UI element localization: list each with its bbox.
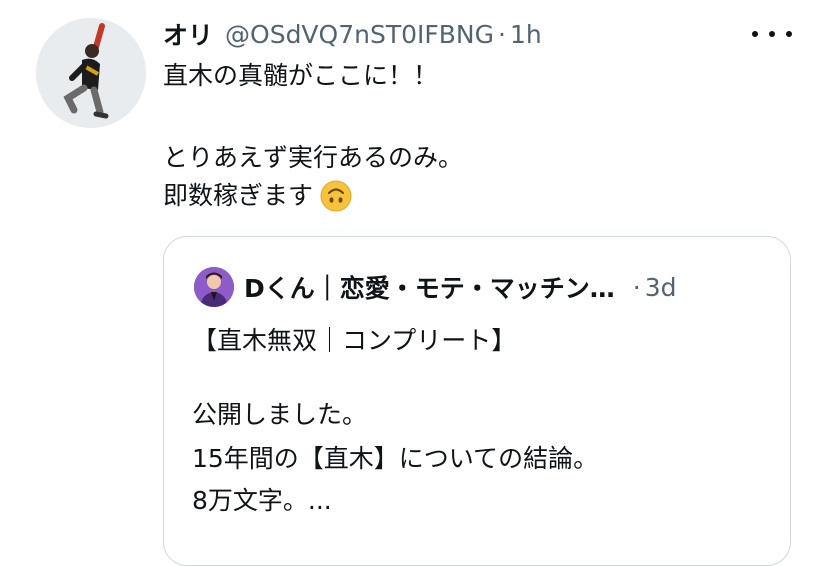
more-dot-icon [752,31,758,37]
quoted-tweet-card[interactable]: Dくん｜恋愛・モテ・マッチン… · 3d 【直木無双｜コンプリート】 公開しまし… [163,236,791,566]
more-dot-icon [786,31,792,37]
header-separator: · [498,19,506,49]
quoted-text-line: 8万文字。... [192,486,332,515]
tweet-text-line: 直木の真髄がここに！！ [163,61,439,90]
tweet-text-line: 即数稼ぎます [163,178,353,214]
more-options-icon[interactable] [752,22,792,46]
author-handle[interactable]: @OSdVQ7nST0IFBNG [225,20,494,49]
quoted-text-line: 【直木無双｜コンプリート】 [192,326,517,355]
author-avatar[interactable] [36,18,146,128]
author-display-name[interactable]: オリ [163,16,213,52]
avatar-figure-image [36,18,146,128]
tweet-header: オリ @OSdVQ7nST0IFBNG · 1h [163,16,542,52]
tweet-text-line-content: 即数稼ぎます [163,181,314,210]
quoted-avatar-person-image [194,267,234,307]
quoted-tweet-timestamp[interactable]: 3d [645,273,677,302]
tweet-timestamp[interactable]: 1h [510,20,542,49]
quoted-author-display-name[interactable]: Dくん｜恋愛・モテ・マッチン… [244,269,615,305]
quoted-author-avatar[interactable] [194,267,234,307]
quoted-text-line: 公開しました。 [192,400,368,429]
quoted-header-separator: · [632,272,641,302]
upside-down-face-emoji-icon [319,179,353,213]
tweet[interactable]: オリ @OSdVQ7nST0IFBNG · 1h 直木の真髄がここに！！ とりあ… [0,0,829,566]
more-dot-icon [769,31,775,37]
tweet-text-line: とりあえず実行あるのみ。 [163,143,464,172]
quoted-tweet-header: Dくん｜恋愛・モテ・マッチン… · 3d [244,267,764,307]
quoted-text-line: 15年間の【直木】についての結論。 [192,444,599,473]
